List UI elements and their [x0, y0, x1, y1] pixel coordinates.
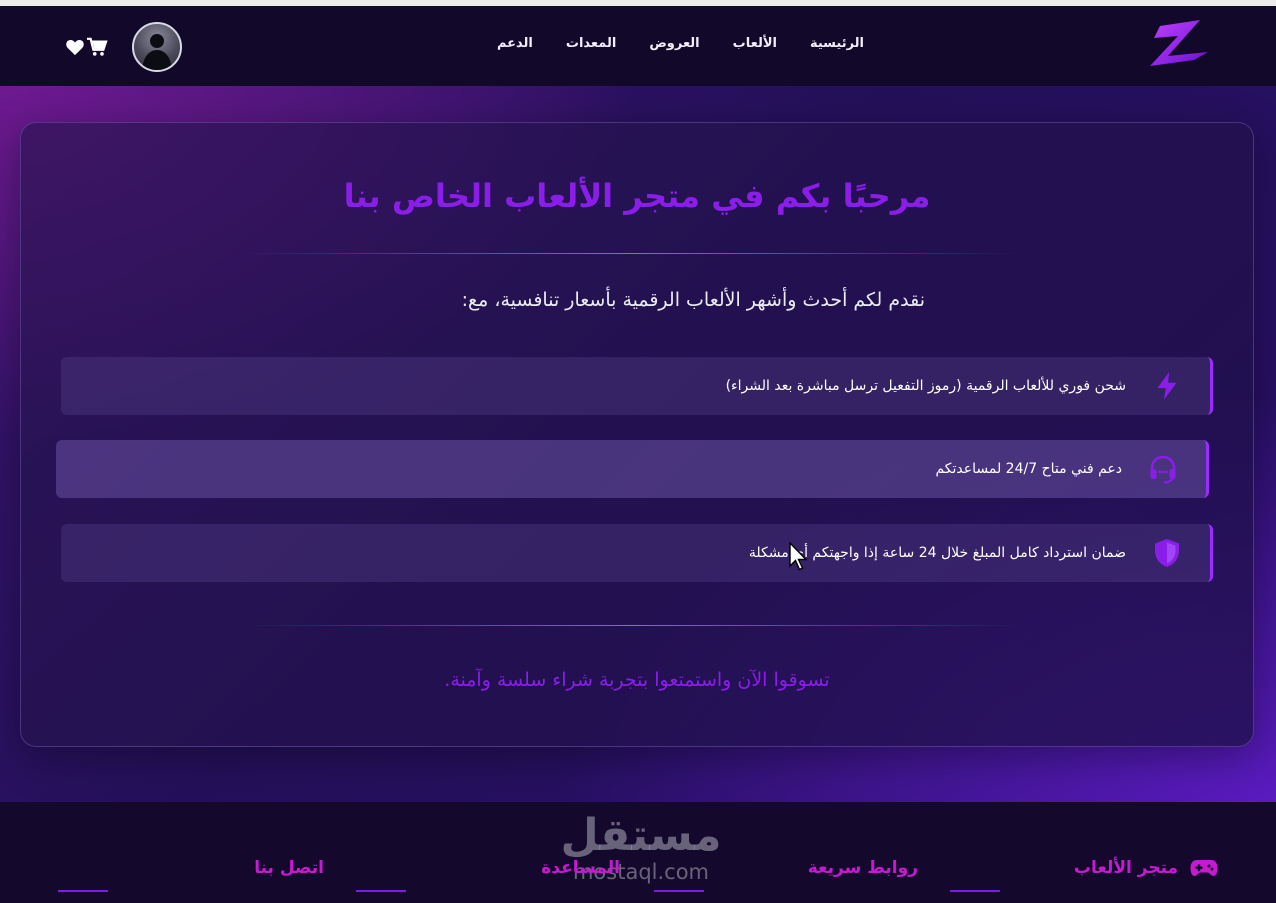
divider-top: [241, 253, 1021, 254]
nav-link-offers[interactable]: العروض: [649, 36, 699, 51]
welcome-subtitle: نقدم لكم أحدث وأشهر الألعاب الرقمية بأسع…: [461, 289, 925, 311]
avatar-silhouette-icon: [142, 34, 172, 70]
watermark-logo: مستقل mostaql.com: [556, 812, 726, 890]
headset-icon: [1146, 452, 1180, 486]
wishlist-button[interactable]: [64, 36, 86, 58]
closing-text: تسوقوا الآن واستمتعوا بتجربة شراء سلسة و…: [444, 669, 830, 691]
nav-link-gear[interactable]: المعدات: [566, 36, 616, 51]
hero-section: مرحبًا بكم في متجر الألعاب الخاص بنا نقد…: [0, 86, 1276, 802]
nav-actions: [64, 22, 206, 72]
logo-z-icon: [1150, 20, 1208, 66]
cart-icon: [87, 37, 108, 56]
feature-text: شحن فوري للألعاب الرقمية (رموز التفعيل ت…: [725, 378, 1126, 394]
nav-link-support[interactable]: الدعم: [497, 36, 533, 51]
navbar: الرئيسية الألعاب العروض المعدات الدعم: [0, 0, 1276, 86]
mouse-pointer-icon: [789, 542, 808, 571]
footer-heading-underline: [950, 890, 1000, 892]
welcome-card: مرحبًا بكم في متجر الألعاب الخاص بنا نقد…: [20, 122, 1254, 747]
footer-heading-quick-links: روابط سريعة: [807, 858, 918, 878]
footer-heading-store: متجر الألعاب: [1074, 858, 1218, 878]
feature-item-instant-delivery[interactable]: شحن فوري للألعاب الرقمية (رموز التفعيل ت…: [61, 357, 1213, 415]
footer-heading-underline: [654, 890, 704, 892]
lightning-icon: [1150, 369, 1184, 403]
footer-heading-help: المساعدة: [541, 858, 620, 878]
cart-button[interactable]: [86, 36, 108, 58]
brand-logo[interactable]: [1138, 16, 1214, 74]
shield-icon: [1150, 536, 1184, 570]
footer-heading-underline: [356, 890, 406, 892]
welcome-title: مرحبًا بكم في متجر الألعاب الخاص بنا: [343, 177, 931, 215]
feature-text: دعم فني متاح 24/7 لمساعدتكم: [935, 461, 1122, 477]
divider-bottom: [241, 625, 1021, 626]
user-avatar[interactable]: [132, 22, 182, 72]
feature-item-support[interactable]: دعم فني متاح 24/7 لمساعدتكم: [56, 440, 1209, 498]
nav-link-games[interactable]: الألعاب: [733, 36, 777, 51]
footer-heading-underline: [58, 890, 108, 892]
watermark-arabic: مستقل: [560, 810, 722, 861]
footer-heading-text: متجر الألعاب: [1073, 858, 1179, 878]
footer-heading-contact: اتصل بنا: [254, 858, 324, 878]
footer: مستقل mostaql.com متجر الألعاب روابط سري…: [0, 802, 1276, 903]
heart-icon: [66, 40, 84, 56]
main-nav: الرئيسية الألعاب العروض المعدات الدعم: [464, 36, 864, 51]
gamepad-icon: [1190, 860, 1218, 876]
feature-item-refund-guarantee[interactable]: ضمان استرداد كامل المبلغ خلال 24 ساعة إذ…: [61, 524, 1213, 582]
nav-link-home[interactable]: الرئيسية: [810, 36, 864, 51]
